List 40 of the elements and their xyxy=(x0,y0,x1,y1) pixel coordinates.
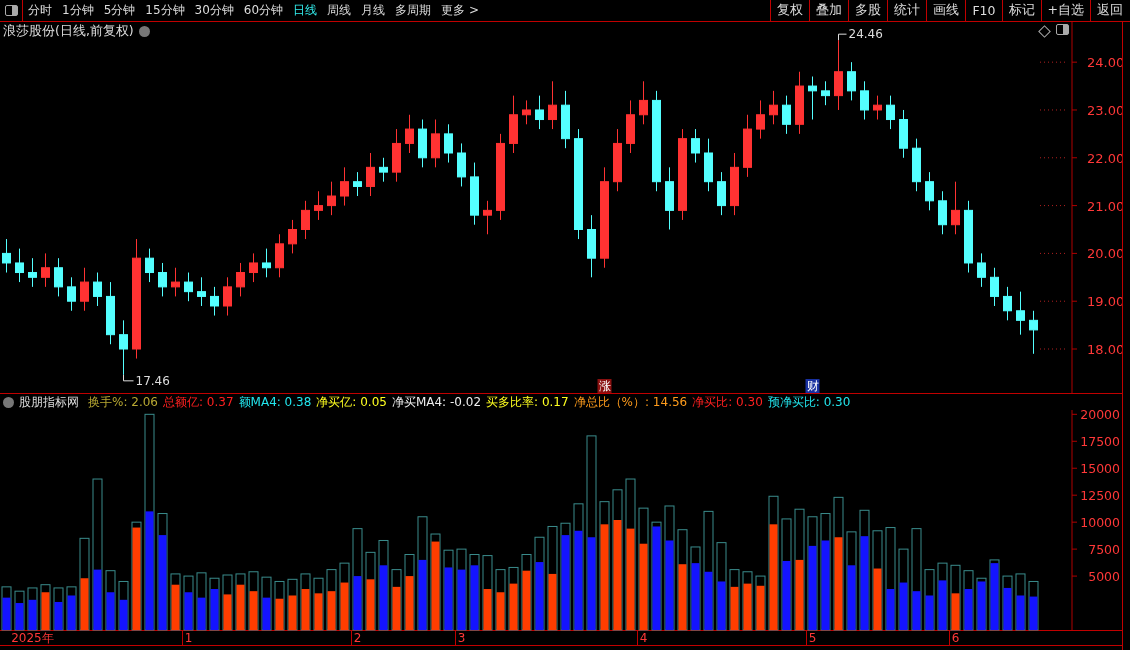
indicator-readout: 净买比: 0.30 xyxy=(692,393,763,411)
date-label: 2025年 xyxy=(11,631,54,645)
price-label: 24.46 xyxy=(848,27,883,42)
axis-label: 10000 xyxy=(1080,515,1120,531)
axis-label: 20000 xyxy=(1080,410,1120,423)
period-tab[interactable]: 30分钟 xyxy=(189,2,239,19)
period-tab[interactable]: 周线 xyxy=(322,2,357,19)
period-tab[interactable]: 多周期 xyxy=(390,2,437,19)
date-label: 6 xyxy=(951,631,960,645)
axis-label: 15000 xyxy=(1080,461,1120,477)
axis-label: 12500 xyxy=(1080,488,1120,504)
period-tab[interactable]: 月线 xyxy=(356,2,391,19)
date-label: 3 xyxy=(457,631,466,645)
indicator-readout: 总额亿: 0.37 xyxy=(163,393,234,411)
indicator-readout: 净买MA4: -0.02 xyxy=(391,393,482,411)
indicator-readout: 买多比率: 0.17 xyxy=(486,393,569,411)
date-label: 2 xyxy=(353,631,362,645)
price-label: 17.46 xyxy=(135,373,170,388)
period-tab[interactable]: 分时 xyxy=(23,2,57,19)
event-marker[interactable]: 涨 xyxy=(597,379,612,393)
date-label: 4 xyxy=(639,631,648,645)
indicator-readout: 预净买比: 0.30 xyxy=(767,393,851,411)
date-label: 1 xyxy=(184,631,193,645)
period-tab[interactable]: 更多 > xyxy=(436,2,484,19)
period-tab[interactable]: 60分钟 xyxy=(238,2,289,19)
indicator-readout: 净总比（%）: 14.56 xyxy=(573,393,688,411)
period-tab[interactable]: 5分钟 xyxy=(98,2,141,19)
axis-label: 7500 xyxy=(1088,542,1120,558)
axis-label: 17500 xyxy=(1080,434,1120,450)
period-tab[interactable]: 1分钟 xyxy=(57,2,99,19)
period-tab[interactable]: 日线 xyxy=(288,2,323,19)
indicator-readout: 换手%: 2.06 xyxy=(88,393,158,411)
indicator-readout: 额MA4: 0.38 xyxy=(238,393,312,411)
indicator-title: 股朋指标网 xyxy=(19,393,79,411)
period-tab[interactable]: 15分钟 xyxy=(140,2,190,19)
axis-label: 5000 xyxy=(1088,569,1120,585)
indicator-readout: 净买亿: 0.05 xyxy=(316,393,387,411)
event-marker[interactable]: 财 xyxy=(805,379,820,393)
date-label: 5 xyxy=(808,631,817,645)
chart-title: 浪莎股份(日线,前复权) xyxy=(3,23,134,40)
